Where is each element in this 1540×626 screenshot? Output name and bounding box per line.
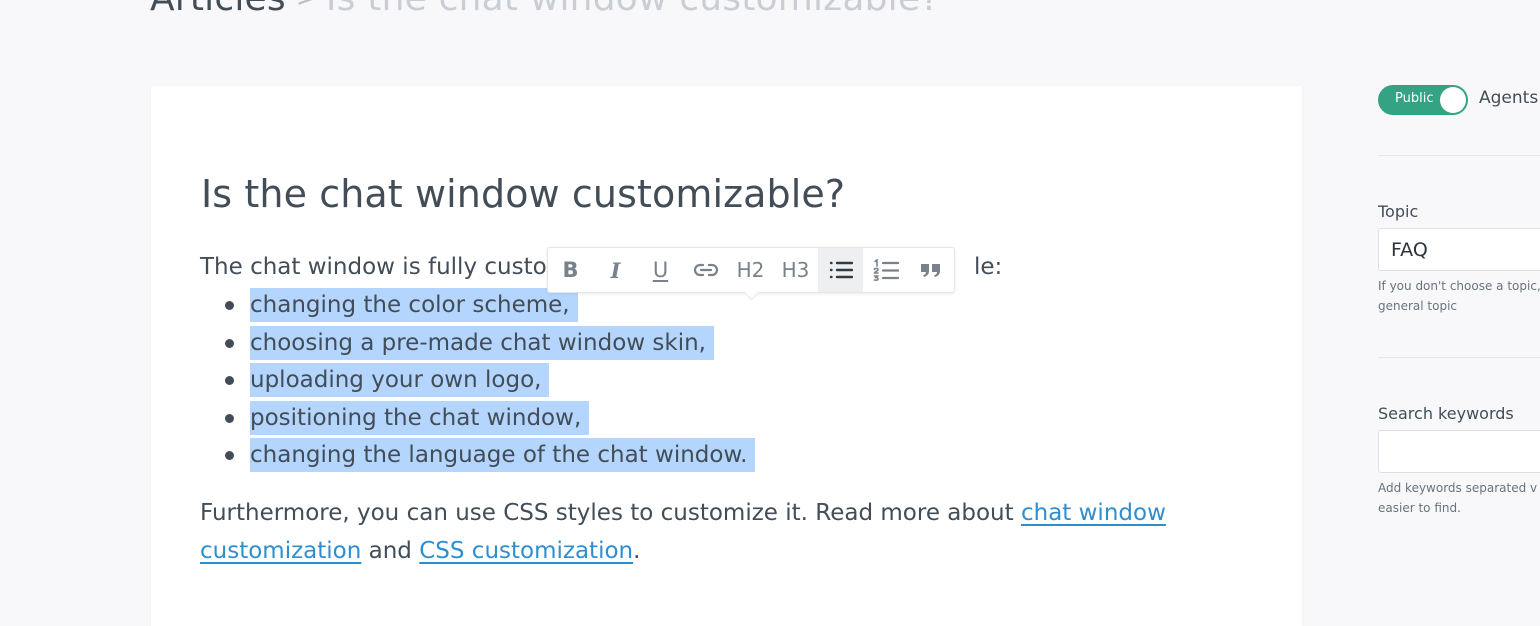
- intro-text-end: le:: [974, 254, 1003, 280]
- article-title[interactable]: Is the chat window customizable?: [201, 172, 845, 216]
- numbered-list-button[interactable]: [863, 248, 908, 292]
- keywords-label: Search keywords: [1378, 404, 1514, 423]
- intro-text-start: The chat window is fully custor: [200, 254, 557, 280]
- keywords-hint-line: Add keywords separated v: [1378, 481, 1538, 495]
- numbered-list-icon: [873, 259, 899, 281]
- sidebar-divider: [1378, 357, 1540, 358]
- heading2-button[interactable]: H2: [728, 248, 773, 292]
- list-item-text: uploading your own logo,: [250, 363, 550, 397]
- quote-button[interactable]: [908, 248, 953, 292]
- chevron-right-icon: >: [296, 0, 318, 13]
- link-icon: [693, 263, 718, 277]
- bullet-dot: [225, 376, 234, 385]
- underline-button[interactable]: U: [638, 248, 683, 292]
- intro-paragraph[interactable]: The chat window is fully custor le:: [200, 254, 1002, 280]
- toggle-label: Public: [1395, 91, 1434, 106]
- bold-button[interactable]: B: [548, 248, 593, 292]
- sidebar-divider: [1378, 155, 1540, 156]
- topic-input[interactable]: [1378, 228, 1540, 271]
- bullet-dot: [225, 301, 234, 310]
- article-editor-card: Is the chat window customizable? The cha…: [151, 86, 1302, 626]
- keywords-hint-line: easier to find.: [1378, 501, 1461, 515]
- list-item-text: choosing a pre-made chat window skin,: [250, 325, 714, 360]
- further-paragraph[interactable]: Furthermore, you can use CSS styles to c…: [200, 494, 1210, 570]
- and-text: and: [361, 538, 420, 564]
- breadcrumb-current: Is the chat window customizable?: [326, 0, 940, 19]
- bullet-list-button[interactable]: [818, 248, 863, 292]
- topic-hint: If you don't choose a topic, general top…: [1378, 276, 1540, 316]
- heading3-button[interactable]: H3: [773, 248, 818, 292]
- italic-button[interactable]: I: [593, 248, 638, 292]
- link-button[interactable]: [683, 248, 728, 292]
- bullet-dot: [225, 338, 234, 348]
- bullet-list-icon: [829, 261, 853, 279]
- css-customization-link[interactable]: CSS customization: [419, 538, 633, 564]
- period-text: .: [633, 538, 641, 564]
- toggle-knob: [1440, 87, 1466, 113]
- further-text: Furthermore, you can use CSS styles to c…: [200, 500, 1021, 526]
- formatting-toolbar: B I U H2 H3: [547, 247, 955, 293]
- breadcrumb: Articles > Is the chat window customizable…: [150, 0, 940, 19]
- agents-label: Agents: [1479, 88, 1539, 108]
- topic-hint-line: general topic: [1378, 299, 1458, 313]
- breadcrumb-articles-link[interactable]: Articles: [150, 0, 286, 19]
- list-item-text: changing the language of the chat window…: [250, 438, 756, 472]
- topic-hint-line: If you don't choose a topic,: [1378, 279, 1540, 293]
- bullet-dot: [225, 451, 234, 460]
- list-item-text: positioning the chat window,: [250, 400, 590, 435]
- quote-icon: [920, 264, 940, 277]
- bullet-dot: [225, 413, 234, 423]
- topic-label: Topic: [1378, 202, 1419, 221]
- list-item-text: changing the color scheme,: [250, 288, 578, 322]
- keywords-hint: Add keywords separated v easier to find.: [1378, 478, 1540, 518]
- keywords-input[interactable]: [1378, 430, 1540, 473]
- visibility-toggle[interactable]: Public: [1378, 85, 1468, 115]
